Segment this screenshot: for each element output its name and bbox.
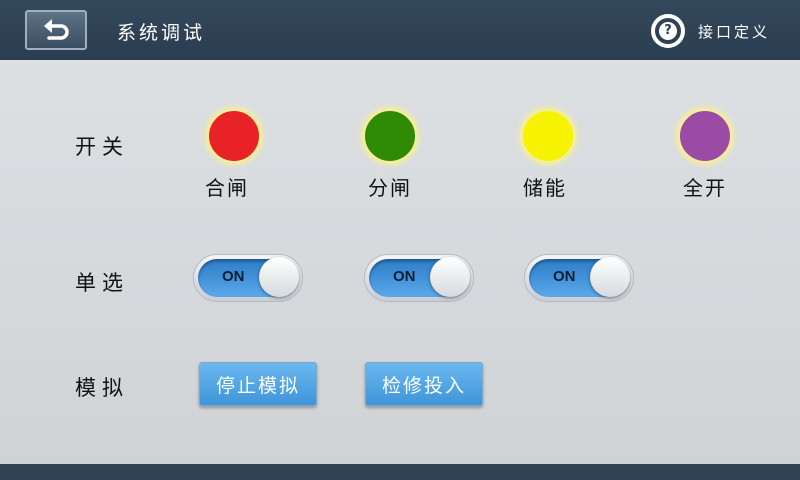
toggle-state-label: ON — [222, 268, 245, 285]
maintenance-enable-button[interactable]: 检修投入 — [365, 362, 483, 406]
footer-bar — [0, 464, 800, 480]
toggle-switch-1[interactable]: ON — [193, 254, 303, 302]
close-indicator-lamp — [207, 109, 261, 163]
simulation-row-label: 模拟 — [75, 376, 129, 400]
interface-definition-label[interactable]: 接口定义 — [698, 21, 770, 42]
toggle-state-label: ON — [553, 268, 576, 285]
stop-simulation-button[interactable]: 停止模拟 — [199, 362, 317, 406]
toggle-knob[interactable] — [590, 257, 630, 297]
full-open-indicator-label: 全开 — [683, 176, 727, 200]
back-button[interactable] — [25, 10, 87, 50]
question-circle-icon[interactable]: ? — [651, 14, 685, 48]
close-indicator-label: 合闸 — [205, 176, 249, 200]
open-indicator-lamp — [363, 109, 417, 163]
open-indicator-label: 分闸 — [368, 176, 412, 200]
charging-indicator-lamp — [521, 109, 575, 163]
switch-row-label: 开关 — [75, 135, 129, 159]
undo-arrow-icon — [39, 15, 73, 45]
toggle-knob[interactable] — [430, 257, 470, 297]
main-panel: 开关 合闸 分闸 储能 全开 单选 ON ON ON 模拟 停止模拟 检修投入 — [0, 60, 800, 464]
toggle-state-label: ON — [393, 268, 416, 285]
full-open-indicator-lamp — [678, 109, 732, 163]
charging-indicator-label: 储能 — [523, 176, 567, 200]
question-mark-glyph: ? — [659, 22, 677, 40]
radio-row-label: 单选 — [75, 271, 129, 295]
header-bar: 系统调试 ? 接口定义 — [0, 0, 800, 60]
interface-definition-button[interactable]: ? 接口定义 — [651, 12, 770, 50]
toggle-switch-2[interactable]: ON — [364, 254, 474, 302]
toggle-switch-3[interactable]: ON — [524, 254, 634, 302]
toggle-knob[interactable] — [259, 257, 299, 297]
page-title: 系统调试 — [117, 22, 206, 44]
